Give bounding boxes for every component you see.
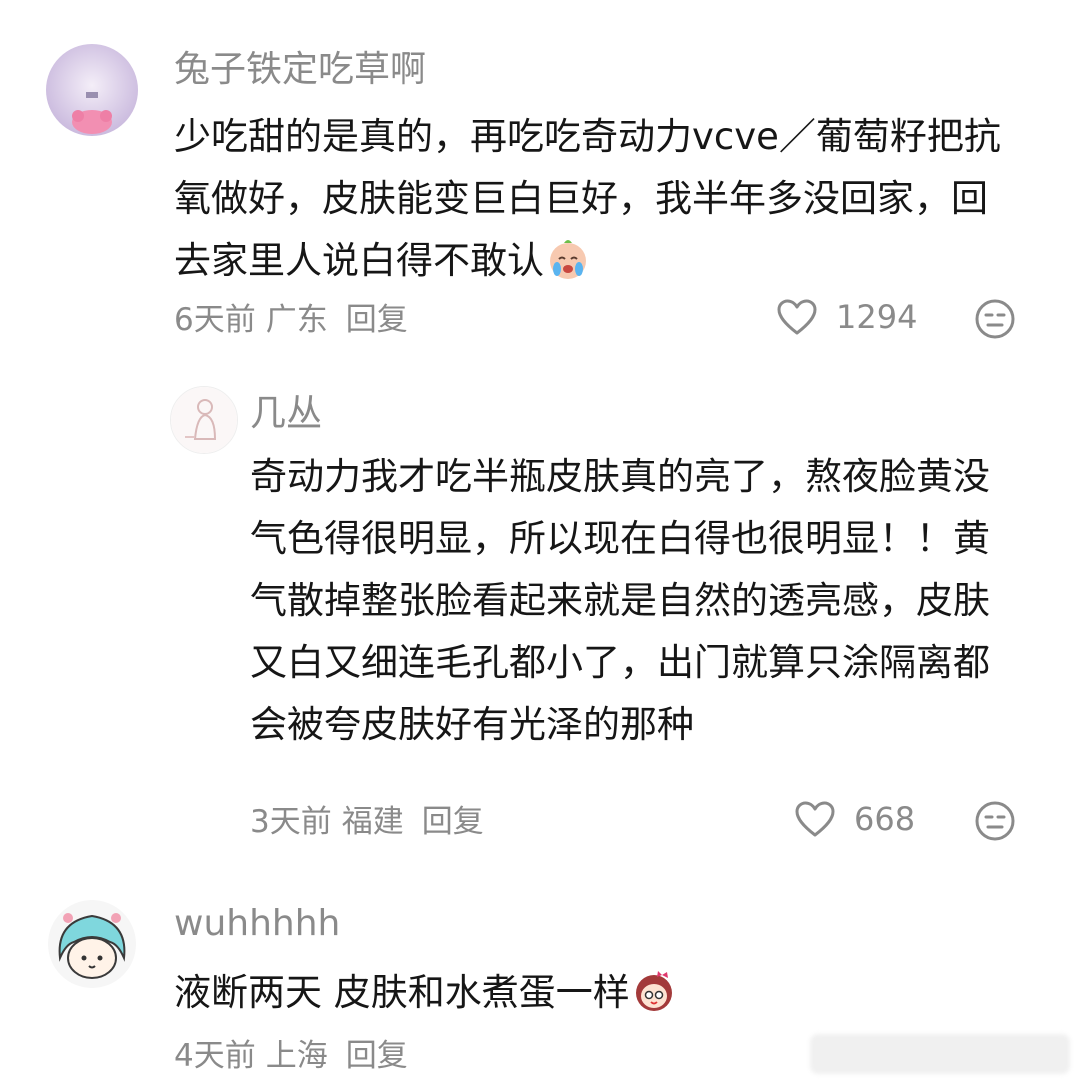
comment-time: 3天前 bbox=[250, 804, 332, 840]
crying-face-emoji bbox=[546, 237, 590, 281]
like-count: 668 bbox=[854, 800, 916, 838]
avatar[interactable] bbox=[170, 386, 238, 454]
comment-location: 广东 bbox=[265, 302, 328, 338]
heart-outline-icon bbox=[795, 801, 835, 837]
reply-button[interactable]: 回复 bbox=[346, 1038, 408, 1074]
comment-text: 液断两天 皮肤和水煮蛋一样 bbox=[174, 962, 1004, 1024]
avatar[interactable] bbox=[46, 44, 138, 136]
meh-face-icon bbox=[975, 801, 1015, 841]
comment-text: 少吃甜的是真的，再吃吃奇动力vcve／葡萄籽把抗氧做好，皮肤能变巨白巨好，我半年… bbox=[174, 115, 1001, 282]
dislike-button[interactable] bbox=[974, 800, 1016, 842]
comment-location: 上海 bbox=[265, 1038, 328, 1074]
comment-text: 奇动力我才吃半瓶皮肤真的亮了，熬夜脸黄没气色得很明显，所以现在白得也很明显！！黄… bbox=[250, 455, 990, 746]
username[interactable]: wuhhhhh bbox=[174, 904, 340, 944]
girl-face-emoji bbox=[632, 969, 676, 1013]
reply-button[interactable]: 回复 bbox=[422, 804, 484, 840]
like-button[interactable]: 1294 bbox=[776, 298, 917, 336]
dislike-button[interactable] bbox=[974, 298, 1016, 340]
comment-meta: 4天前 上海 回复 bbox=[174, 1038, 418, 1074]
comment-meta: 3天前 福建 回复 bbox=[250, 804, 494, 840]
username[interactable]: 兔子铁定吃草啊 bbox=[174, 50, 426, 90]
meh-face-icon bbox=[975, 299, 1015, 339]
comment-time: 6天前 bbox=[174, 302, 256, 338]
heart-outline-icon bbox=[777, 299, 817, 335]
comment-time: 4天前 bbox=[174, 1038, 256, 1074]
username[interactable]: 几丛 bbox=[250, 394, 322, 434]
comment-meta: 6天前 广东 回复 bbox=[174, 302, 418, 338]
comment-location: 福建 bbox=[341, 804, 404, 840]
like-button[interactable]: 668 bbox=[794, 800, 915, 838]
reply-button[interactable]: 回复 bbox=[346, 302, 408, 338]
avatar[interactable] bbox=[46, 898, 138, 990]
obscured-actions bbox=[810, 1034, 1070, 1074]
like-count: 1294 bbox=[836, 298, 918, 336]
